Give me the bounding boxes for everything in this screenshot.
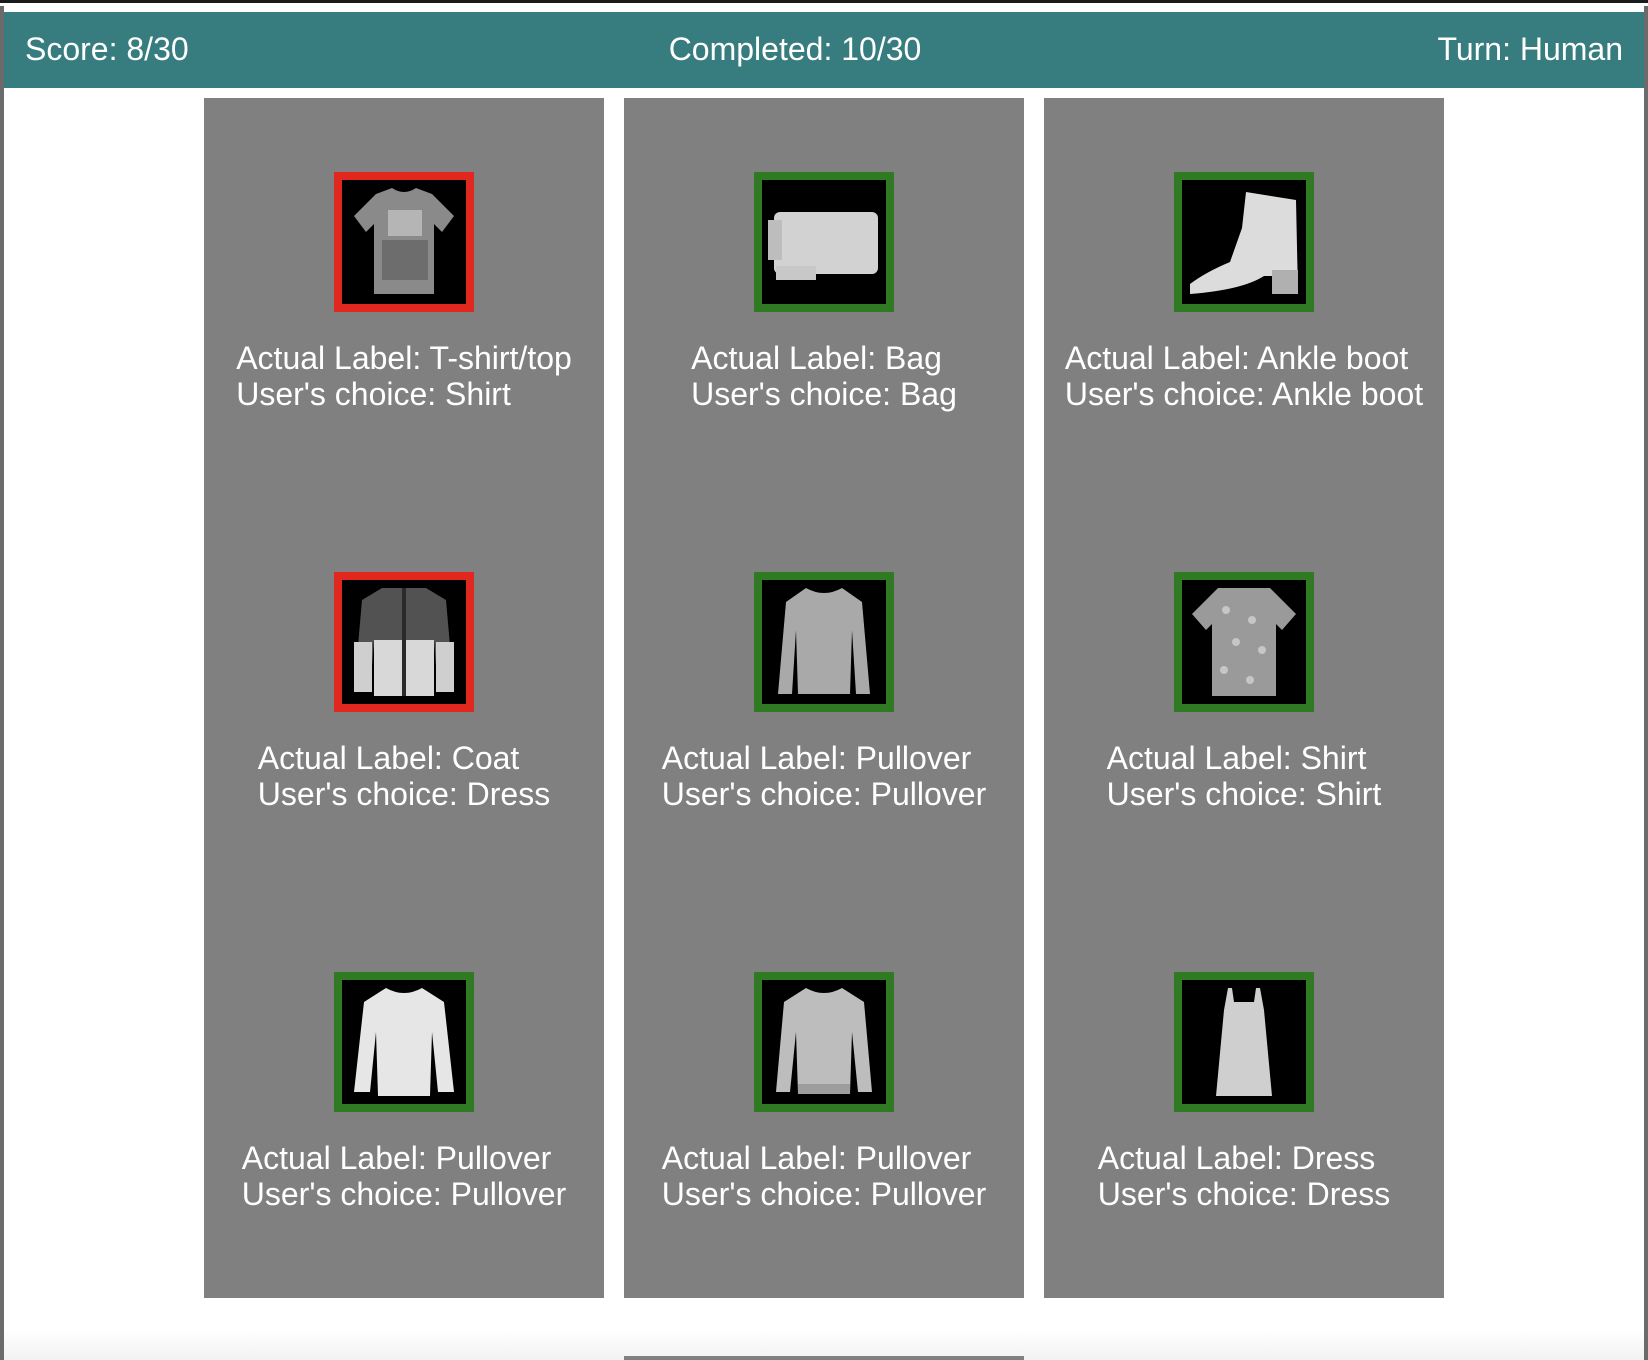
next-row-card-edge bbox=[624, 1356, 1024, 1360]
actual-label: Actual Label: Pullover bbox=[661, 1140, 972, 1176]
result-card: Actual Label: Pullover User's choice: Pu… bbox=[624, 498, 1024, 898]
actual-label: Actual Label: Bag bbox=[691, 340, 942, 376]
result-card: Actual Label: Shirt User's choice: Shirt bbox=[1044, 498, 1444, 898]
user-choice: User's choice: Shirt bbox=[1106, 776, 1382, 812]
completed-text: Completed: 10/30 bbox=[668, 31, 922, 67]
turn-text: Turn: Human bbox=[1437, 31, 1623, 67]
result-card: Actual Label: T-shirt/top User's choice:… bbox=[204, 98, 604, 498]
result-card: Actual Label: Bag User's choice: Bag bbox=[624, 98, 1024, 498]
actual-label: Actual Label: Coat bbox=[257, 740, 520, 776]
user-choice: User's choice: Bag bbox=[691, 376, 957, 412]
actual-label: Actual Label: Dress bbox=[1097, 1140, 1376, 1176]
actual-label: Actual Label: Shirt bbox=[1106, 740, 1367, 776]
dress-icon bbox=[1174, 972, 1314, 1112]
actual-label: Actual Label: T-shirt/top bbox=[236, 340, 572, 376]
status-header: Score: 8/30 Completed: 10/30 Turn: Human bbox=[4, 12, 1644, 88]
window-top-edge bbox=[0, 0, 1648, 3]
result-card: Actual Label: Coat User's choice: Dress bbox=[204, 498, 604, 898]
result-card: Actual Label: Ankle boot User's choice: … bbox=[1044, 98, 1444, 498]
coat-icon bbox=[334, 572, 474, 712]
actual-label: Actual Label: Pullover bbox=[661, 740, 972, 776]
bag-icon bbox=[754, 172, 894, 312]
result-card: Actual Label: Dress User's choice: Dress bbox=[1044, 898, 1444, 1298]
user-choice: User's choice: Pullover bbox=[241, 1176, 567, 1212]
pullover-icon bbox=[754, 972, 894, 1112]
pullover-icon bbox=[334, 972, 474, 1112]
result-card: Actual Label: Pullover User's choice: Pu… bbox=[204, 898, 604, 1298]
actual-label: Actual Label: Pullover bbox=[241, 1140, 552, 1176]
pullover-icon bbox=[754, 572, 894, 712]
user-choice: User's choice: Shirt bbox=[236, 376, 511, 412]
user-choice: User's choice: Ankle boot bbox=[1064, 376, 1424, 412]
result-card: Actual Label: Pullover User's choice: Pu… bbox=[624, 898, 1024, 1298]
user-choice: User's choice: Pullover bbox=[661, 776, 987, 812]
actual-label: Actual Label: Ankle boot bbox=[1064, 340, 1409, 376]
tshirt-icon bbox=[334, 172, 474, 312]
user-choice: User's choice: Dress bbox=[1097, 1176, 1391, 1212]
user-choice: User's choice: Pullover bbox=[661, 1176, 987, 1212]
ankle-boot-icon bbox=[1174, 172, 1314, 312]
shirt-icon bbox=[1174, 572, 1314, 712]
user-choice: User's choice: Dress bbox=[257, 776, 551, 812]
